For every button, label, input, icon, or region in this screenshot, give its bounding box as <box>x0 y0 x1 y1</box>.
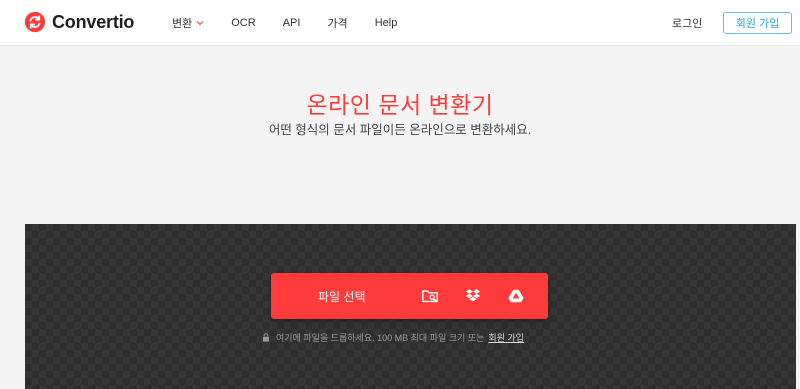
signup-button[interactable]: 회원 가입 <box>723 12 792 34</box>
folder-search-icon <box>422 290 438 303</box>
nav-item-label: API <box>282 17 301 29</box>
upload-from-computer-button[interactable] <box>421 287 439 305</box>
nav-item-convert[interactable]: 변환 <box>172 15 204 31</box>
upload-from-dropbox-button[interactable] <box>464 287 482 305</box>
nav-item-api[interactable]: API <box>283 17 301 29</box>
choose-files-button[interactable]: 파일 선택 <box>271 273 548 319</box>
convertio-logo[interactable]: Convertio <box>24 10 134 34</box>
upload-from-google-drive-button[interactable] <box>507 287 525 305</box>
page-title: 온라인 문서 변환기 <box>306 92 494 118</box>
nav-item-help[interactable]: Help <box>375 17 398 29</box>
nav-item-label: OCR <box>231 17 256 29</box>
nav-item-label: Help <box>374 17 398 29</box>
main-nav: 변환 OCR API 가격 Help <box>172 15 397 31</box>
lock-icon <box>263 333 269 342</box>
drop-hint-text: 여기에 파일을 드롭하세요. 100 MB 최대 파일 크기 또는 <box>276 333 485 343</box>
login-link[interactable]: 로그인 <box>672 15 702 31</box>
nav-item-ocr[interactable]: OCR <box>231 17 255 29</box>
signup-link[interactable]: 회원 가입 <box>488 331 524 344</box>
convertio-logo-icon <box>24 11 46 33</box>
top-header: Convertio 변환 OCR API 가격 Help 로그인 회원 가입 <box>0 0 800 46</box>
chevron-down-icon <box>197 21 204 26</box>
nav-item-label: 변환 <box>172 18 193 30</box>
dropbox-icon <box>465 289 481 302</box>
google-drive-icon <box>508 289 524 303</box>
brand-name: Convertio <box>52 11 135 32</box>
nav-item-pricing[interactable]: 가격 <box>327 15 347 31</box>
drop-hint: 여기에 파일을 드롭하세요. 100 MB 최대 파일 크기 또는 회원 가입 <box>262 331 524 344</box>
choose-files-label[interactable]: 파일 선택 <box>318 288 366 305</box>
nav-item-label: 가격 <box>327 18 348 30</box>
page-subtitle: 어떤 형식의 문서 파일이든 온라인으로 변환하세요. <box>268 123 532 137</box>
